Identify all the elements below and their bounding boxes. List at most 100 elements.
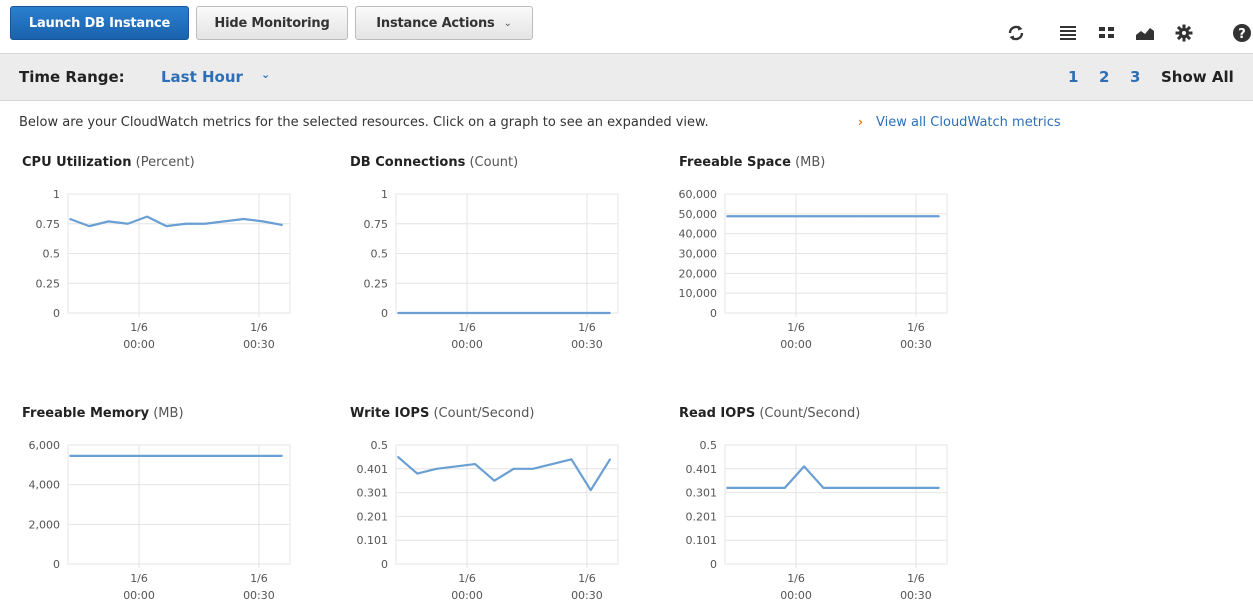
list-view-icon[interactable] (1057, 22, 1079, 44)
y-tick-label: 0.301 (357, 487, 389, 500)
data-point (803, 465, 805, 468)
data-point (204, 455, 206, 457)
x-tick-label: 00:30 (243, 589, 275, 602)
gear-icon[interactable] (1173, 22, 1195, 44)
svg-text:?: ? (1238, 27, 1246, 42)
data-point (184, 222, 187, 225)
page-link-3[interactable]: 3 (1130, 68, 1140, 86)
chart-plot: 0.5 0.401 0.301 0.201 0.101 0 1/6 00:00 1/6 00:30 (686, 439, 948, 602)
chart-title-name: CPU Utilization (22, 155, 132, 170)
data-point (454, 465, 457, 468)
refresh-icon[interactable] (1005, 22, 1027, 44)
x-tick-label: 1/6 (907, 321, 925, 334)
time-range-select[interactable]: Last Hour (161, 68, 243, 86)
y-tick-label: 0.25 (36, 277, 61, 290)
data-point (493, 312, 496, 314)
data-point (822, 486, 825, 489)
chart-title-unit: (Count/Second) (759, 406, 861, 421)
data-point (880, 215, 883, 218)
chevron-down-icon[interactable]: ⌄ (261, 68, 270, 81)
y-tick-label: 50,000 (679, 208, 718, 221)
data-point (841, 486, 844, 489)
data-point (223, 220, 226, 223)
data-point (783, 215, 786, 218)
y-tick-label: 0 (710, 307, 717, 320)
x-tick-label: 00:00 (780, 589, 812, 602)
grid-view-icon[interactable] (1096, 22, 1118, 44)
launch-db-instance-button[interactable]: Launch DB Instance (10, 6, 189, 40)
show-all-link[interactable]: Show All (1161, 68, 1234, 86)
x-tick-label: 00:00 (123, 589, 155, 602)
x-tick-label: 1/6 (458, 572, 476, 585)
data-point (551, 312, 554, 314)
x-tick-label: 1/6 (578, 572, 596, 585)
page-link-1[interactable]: 1 (1068, 68, 1078, 86)
data-point (899, 215, 902, 218)
y-tick-label: 0.301 (686, 487, 718, 500)
x-tick-label: 00:30 (571, 338, 603, 351)
data-point (397, 456, 399, 458)
chart-view-icon[interactable] (1134, 22, 1156, 44)
y-tick-label: 0.401 (357, 463, 389, 476)
data-point (512, 312, 515, 314)
data-point (126, 222, 129, 225)
plot-area (395, 444, 619, 565)
y-tick-label: 6,000 (29, 439, 61, 452)
help-icon[interactable]: ? (1231, 22, 1253, 44)
chart-plot: 0.5 0.401 0.301 0.201 0.101 0 1/6 00:00 1/6 00:30 (357, 439, 619, 602)
y-tick-label: 40,000 (679, 228, 718, 241)
instance-actions-label: Instance Actions (376, 15, 495, 31)
data-point (918, 486, 921, 489)
x-tick-label: 00:30 (900, 589, 932, 602)
chart-title-name: Read IOPS (679, 406, 756, 421)
chart-freeable-space[interactable]: Freeable Space (MB) 60,000 50,000 40,000 30… (679, 155, 979, 365)
x-tick-label: 1/6 (787, 572, 805, 585)
data-point (126, 455, 129, 457)
chart-read-iops[interactable]: Read IOPS (Count/Second) 0.5 0.401 0.301 0.… (679, 406, 979, 604)
data-point (899, 486, 902, 489)
x-tick-label: 00:00 (123, 338, 155, 351)
data-point (512, 467, 515, 470)
data-point (803, 215, 805, 218)
chart-plot: 60,000 50,000 40,000 30,000 20,000 10,000 0 1/6… (679, 188, 948, 351)
data-point (88, 455, 91, 457)
data-point (532, 312, 534, 314)
y-tick-label: 0.5 (371, 439, 389, 452)
chart-write-iops[interactable]: Write IOPS (Count/Second) 0.5 0.401 0.301 0… (350, 406, 650, 604)
chart-cpu-utilization[interactable]: CPU Utilization (Percent) 1 0.75 0.5 0.25 0 1… (22, 155, 322, 365)
data-point (474, 463, 476, 465)
y-tick-label: 0.201 (357, 510, 389, 523)
page-link-2[interactable]: 2 (1099, 68, 1109, 86)
data-point (416, 472, 419, 475)
chart-plot: 1 0.75 0.5 0.25 0 1/6 00:00 1/6 00:30 (36, 188, 291, 351)
chart-title-unit: (MB) (795, 155, 826, 170)
instance-actions-button[interactable]: Instance Actions ⌄ (355, 6, 533, 40)
data-point (281, 455, 283, 457)
y-tick-label: 30,000 (679, 248, 718, 261)
y-tick-label: 1 (53, 188, 60, 201)
hide-monitoring-button[interactable]: Hide Monitoring (196, 6, 348, 40)
data-point (261, 455, 264, 457)
plot-area (67, 444, 291, 565)
chart-title: Write IOPS (Count/Second) (350, 406, 534, 421)
data-point (184, 455, 187, 457)
data-point (938, 215, 940, 218)
y-tick-label: 0 (53, 558, 60, 571)
x-tick-label: 1/6 (907, 572, 925, 585)
chart-title-unit: (Count/Second) (433, 406, 535, 421)
chart-title-name: Freeable Memory (22, 406, 150, 421)
y-tick-label: 2,000 (29, 518, 61, 531)
data-point (107, 220, 110, 223)
view-all-cloudwatch-metrics-link[interactable]: View all CloudWatch metrics (876, 115, 1061, 130)
chart-title: DB Connections (Count) (350, 155, 518, 170)
chart-freeable-memory[interactable]: Freeable Memory (MB) 6,000 4,000 2,000 0 1/6… (22, 406, 322, 604)
data-point (841, 215, 844, 218)
plot-area (724, 444, 948, 565)
data-point (242, 218, 245, 220)
y-tick-label: 0.75 (364, 218, 389, 231)
data-point (435, 467, 438, 470)
chart-db-connections[interactable]: DB Connections (Count) 1 0.75 0.5 0.25 0 1/6 0… (350, 155, 650, 365)
y-tick-label: 0 (53, 307, 60, 320)
chart-plot: 6,000 4,000 2,000 0 1/6 00:00 1/6 00:30 (29, 439, 291, 602)
data-point (69, 218, 71, 220)
